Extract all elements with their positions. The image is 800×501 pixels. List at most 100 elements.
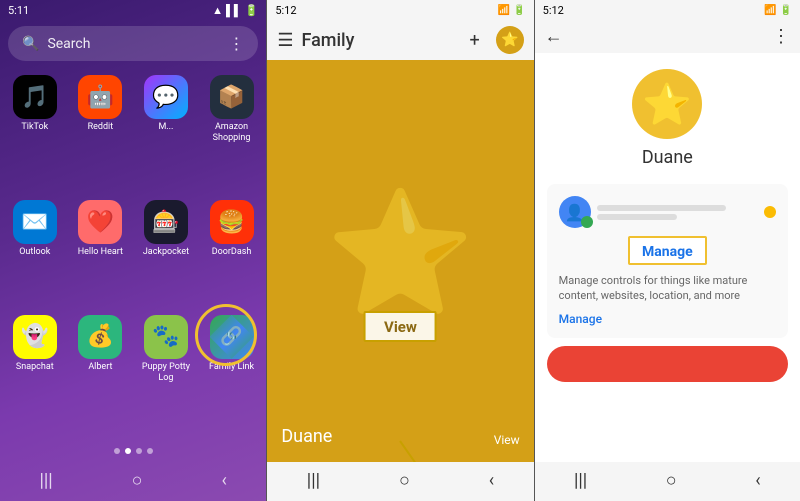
- search-bar[interactable]: 🔍 Search ⋮: [8, 26, 258, 61]
- home-icon-1[interactable]: ○: [132, 470, 143, 491]
- panel3-header: ← ⋮: [535, 20, 800, 53]
- panel3-main-content: ⭐ Duane 👤 Manage Manage controls for thi…: [535, 53, 800, 462]
- fl-diamond: 🔗: [210, 315, 254, 359]
- app-snapchat[interactable]: 👻 Snapchat: [6, 315, 64, 432]
- home-icon-3[interactable]: ○: [666, 470, 677, 491]
- view-small-label[interactable]: View: [494, 433, 520, 447]
- page-dot-1: [114, 448, 120, 454]
- familylink-icon: 🔗: [210, 315, 254, 359]
- bar-1: [597, 205, 726, 211]
- back-nav-icon[interactable]: ←: [545, 26, 563, 47]
- wifi-icon-2: 📶: [498, 5, 510, 16]
- status-bar-2: 5:12 📶 🔋: [267, 0, 533, 20]
- helloheart-icon: ❤️: [78, 200, 122, 244]
- plus-icon[interactable]: +: [469, 30, 479, 51]
- view-annotation: View: [364, 311, 437, 342]
- search-icon: 🔍: [22, 36, 39, 52]
- duane-name-label: Duane: [642, 147, 693, 168]
- star-shape-icon: ⭐: [326, 184, 475, 324]
- status-bar-3: 5:12 📶 🔋: [535, 0, 800, 20]
- battery-icon-1: 🔋: [245, 4, 259, 17]
- time-1: 5:11: [8, 4, 29, 17]
- app-amazon[interactable]: 📦 Amazon Shopping: [203, 75, 261, 192]
- app-messenger[interactable]: 💬 M...: [137, 75, 195, 192]
- app-reddit[interactable]: 🤖 Reddit: [72, 75, 130, 192]
- status-bar-1: 5:11 ▲ ▌▌ 🔋: [0, 0, 266, 20]
- doordash-icon: 🍔: [210, 200, 254, 244]
- panel-1-home-screen: 5:11 ▲ ▌▌ 🔋 🔍 Search ⋮ 🎵 TikTok 🤖 Reddit…: [0, 0, 266, 501]
- hamburger-icon[interactable]: ☰: [277, 30, 293, 51]
- recents-icon-3[interactable]: |||: [574, 470, 587, 491]
- manage-link[interactable]: Manage: [559, 312, 776, 326]
- view-label-box: View: [364, 311, 437, 342]
- jackpocket-icon: 🎰: [144, 200, 188, 244]
- duane-label-panel2: Duane: [281, 426, 332, 447]
- back-icon-1[interactable]: ‹: [221, 470, 226, 491]
- bar-2: [597, 214, 678, 220]
- signal-icon-1: ▌▌: [226, 4, 242, 17]
- app-tiktok[interactable]: 🎵 TikTok: [6, 75, 64, 192]
- nav-bar-3: ||| ○ ‹: [535, 462, 800, 501]
- red-action-button[interactable]: [547, 346, 788, 382]
- page-dot-4: [147, 448, 153, 454]
- panel-2-family-app: 5:12 📶 🔋 ☰ Family + ⭐ ⭐ View Duane Vi: [267, 0, 533, 501]
- family-main-area: ⭐ View Duane View: [267, 60, 533, 462]
- more-options-icon[interactable]: ⋮: [772, 26, 790, 47]
- back-icon-2[interactable]: ‹: [489, 470, 494, 491]
- wifi-icon-1: ▲: [212, 4, 223, 17]
- view-button-label: View: [384, 318, 417, 336]
- manage-settings-card: 👤 Manage Manage controls for things like…: [547, 184, 788, 338]
- recents-icon-2[interactable]: |||: [307, 470, 320, 491]
- app-jackpocket[interactable]: 🎰 Jackpocket: [137, 200, 195, 306]
- reddit-label: Reddit: [88, 122, 114, 133]
- home-icon-2[interactable]: ○: [399, 470, 410, 491]
- panel2-title: Family: [301, 30, 461, 51]
- time-2: 5:12: [275, 4, 296, 16]
- puppypotty-icon: 🐾: [144, 315, 188, 359]
- app-grid: 🎵 TikTok 🤖 Reddit 💬 M... 📦 Amazon Shoppi…: [0, 67, 266, 440]
- user-avatar[interactable]: ⭐: [496, 26, 524, 54]
- tiktok-icon: 🎵: [13, 75, 57, 119]
- helloheart-label: Hello Heart: [78, 247, 123, 258]
- messenger-label: M...: [158, 122, 173, 133]
- puppypotty-label: Puppy Potty Log: [137, 362, 195, 384]
- snapchat-icon: 👻: [13, 315, 57, 359]
- app-doordash[interactable]: 🍔 DoorDash: [203, 200, 261, 306]
- status-icons-2: 📶 🔋: [498, 4, 526, 16]
- albert-label: Albert: [88, 362, 112, 373]
- duane-avatar: ⭐: [632, 69, 702, 139]
- more-dots-icon[interactable]: ⋮: [228, 34, 244, 53]
- amazon-icon: 📦: [210, 75, 254, 119]
- amazon-label: Amazon Shopping: [203, 122, 261, 144]
- manage-label-row: Manage: [559, 236, 776, 265]
- manage-description: Manage controls for things like mature c…: [559, 273, 776, 304]
- battery-icon-2: 🔋: [513, 5, 525, 16]
- manage-card-icons: 👤: [559, 196, 776, 228]
- app-outlook[interactable]: ✉️ Outlook: [6, 200, 64, 306]
- search-label: Search: [47, 36, 90, 52]
- reddit-icon: 🤖: [78, 75, 122, 119]
- page-indicators: [0, 440, 266, 462]
- page-dot-3: [136, 448, 142, 454]
- app-albert[interactable]: 💰 Albert: [72, 315, 130, 432]
- albert-icon: 💰: [78, 315, 122, 359]
- wifi-icon-3: 📶: [764, 5, 776, 16]
- snapchat-label: Snapchat: [16, 362, 54, 373]
- app-helloheart[interactable]: ❤️ Hello Heart: [72, 200, 130, 306]
- jackpocket-label: Jackpocket: [143, 247, 189, 258]
- star-background: ⭐: [326, 184, 475, 324]
- status-icons-3: 📶 🔋: [764, 4, 792, 16]
- app-familylink[interactable]: 🔗 Family Link: [203, 315, 261, 432]
- settings-bars: [597, 205, 758, 220]
- app-puppypotty[interactable]: 🐾 Puppy Potty Log: [137, 315, 195, 432]
- recents-icon-1[interactable]: |||: [39, 470, 52, 491]
- status-icons-1: ▲ ▌▌ 🔋: [212, 4, 258, 17]
- panel2-header: ☰ Family + ⭐: [267, 20, 533, 60]
- time-3: 5:12: [543, 4, 564, 16]
- back-icon-3[interactable]: ‹: [755, 470, 760, 491]
- yellow-dot-icon: [764, 206, 776, 218]
- messenger-icon: 💬: [144, 75, 188, 119]
- green-dot-icon: [581, 216, 593, 228]
- outlook-label: Outlook: [19, 247, 50, 258]
- battery-icon-3: 🔋: [780, 5, 792, 16]
